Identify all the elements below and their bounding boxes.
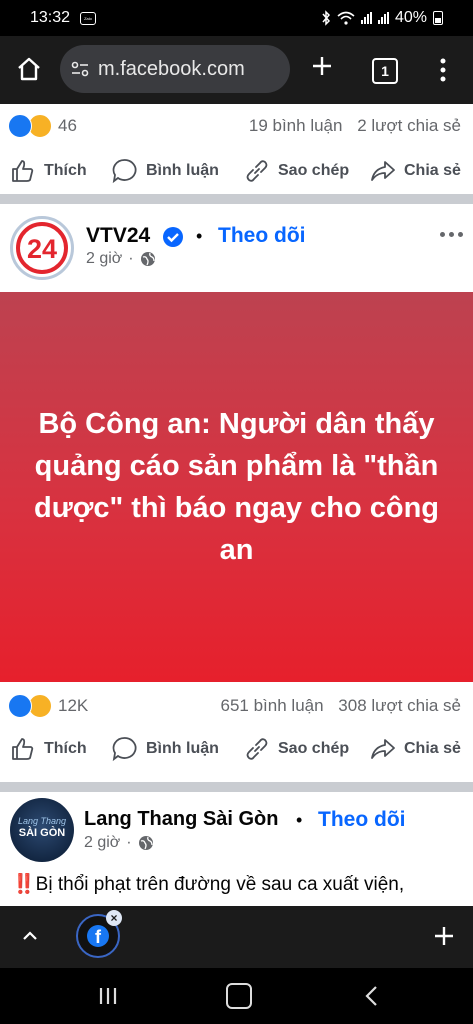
share-label: Chia sẻ xyxy=(404,740,461,757)
site-settings-icon[interactable] xyxy=(70,59,90,79)
comment-count[interactable]: 651 bình luận xyxy=(221,696,324,715)
share-label: Chia sẻ xyxy=(404,162,461,179)
status-icons: 40% xyxy=(321,9,443,27)
tab-switcher-button[interactable]: 1 xyxy=(372,58,398,84)
comment-icon xyxy=(112,159,137,184)
post-card-langthang: Lang Thang SÀI GÒN Lang Thang Sài Gòn • … xyxy=(0,792,473,912)
globe-icon xyxy=(140,252,155,266)
back-icon[interactable] xyxy=(362,984,382,1008)
close-tab-icon[interactable]: × xyxy=(106,910,122,926)
like-reaction-icon xyxy=(8,694,32,718)
reactions[interactable] xyxy=(8,694,52,718)
post-time[interactable]: 2 giờ xyxy=(84,834,120,852)
like-button[interactable]: Thích xyxy=(10,736,87,762)
like-label: Thích xyxy=(44,740,87,757)
comment-count[interactable]: 19 bình luận xyxy=(249,116,343,135)
separator-dot: • xyxy=(296,810,303,830)
browser-toolbar: m.facebook.com 1 xyxy=(0,36,473,104)
new-tab-icon[interactable] xyxy=(310,54,334,78)
reactions[interactable] xyxy=(8,114,52,138)
status-time: 13:32 xyxy=(30,9,71,26)
link-icon xyxy=(246,738,268,760)
post-actions: Thích Bình luận Sao chép Chia sẻ xyxy=(0,146,473,196)
share-button[interactable]: Chia sẻ xyxy=(370,158,461,184)
post-text: ‼️Bị thổi phạt trên đường về sau ca xuất… xyxy=(12,872,404,896)
separator-dot: • xyxy=(196,226,203,246)
home-icon[interactable] xyxy=(16,56,42,82)
comment-label: Bình luận xyxy=(146,740,219,757)
post-text-body: Bị thổi phạt trên đường về sau ca xuất v… xyxy=(35,874,405,895)
post-time[interactable]: 2 giờ xyxy=(86,250,122,268)
signal-icon-2 xyxy=(377,12,389,24)
copy-label: Sao chép xyxy=(278,740,350,757)
share-count[interactable]: 308 lượt chia sẻ xyxy=(338,696,461,715)
banner-text: Bộ Công an: Người dân thấy quảng cáo sản… xyxy=(34,408,439,566)
bluetooth-icon xyxy=(322,10,330,26)
copy-label: Sao chép xyxy=(278,162,350,179)
share-count[interactable]: 2 lượt chia sẻ xyxy=(357,116,461,135)
page-name[interactable]: VTV24 xyxy=(86,224,150,248)
tab-strip: f × xyxy=(0,906,473,968)
svg-text:24: 24 xyxy=(27,234,57,264)
post-actions: Thích Bình luận Sao chép Chia sẻ xyxy=(0,724,473,774)
globe-icon xyxy=(138,836,153,850)
address-bar[interactable]: m.facebook.com xyxy=(60,45,290,93)
url-text: m.facebook.com xyxy=(98,58,245,80)
post-stats: 46 19 bình luận 2 lượt chia sẻ xyxy=(0,106,473,144)
share-icon xyxy=(371,161,395,181)
avatar-text-line2: SÀI GÒN xyxy=(18,827,66,839)
reaction-count: 46 xyxy=(58,116,77,135)
link-icon xyxy=(246,160,268,182)
vtv24-logo-icon: 24 xyxy=(16,222,68,274)
like-button[interactable]: Thích xyxy=(10,158,87,184)
recents-icon[interactable] xyxy=(96,984,120,1008)
system-nav-bar xyxy=(0,968,473,1024)
home-nav-icon[interactable] xyxy=(226,983,252,1009)
battery-icon xyxy=(433,11,443,25)
chevron-up-icon[interactable] xyxy=(20,926,40,946)
thumbs-up-icon xyxy=(12,160,34,182)
verified-badge-icon xyxy=(163,227,183,247)
share-button[interactable]: Chia sẻ xyxy=(370,736,461,762)
zalo-notification-icon: Zalo xyxy=(80,12,96,25)
battery-percent: 40% xyxy=(394,9,427,26)
signal-icon xyxy=(360,12,372,24)
follow-button[interactable]: Theo dõi xyxy=(318,808,406,832)
post-meta: 2 giờ · xyxy=(84,834,154,852)
post-image-banner[interactable]: Bộ Công an: Người dân thấy quảng cáo sản… xyxy=(0,292,473,682)
add-tab-icon[interactable] xyxy=(432,924,456,948)
vtv24-avatar[interactable]: 24 xyxy=(10,216,74,280)
comment-button[interactable]: Bình luận xyxy=(112,736,219,762)
facebook-icon: f xyxy=(87,925,109,947)
copy-button[interactable]: Sao chép xyxy=(244,736,349,762)
comment-icon xyxy=(112,737,137,762)
share-icon xyxy=(371,739,395,759)
page-name[interactable]: Lang Thang Sài Gòn xyxy=(84,808,278,831)
langthang-avatar[interactable]: Lang Thang SÀI GÒN xyxy=(10,798,74,862)
reaction-count: 12K xyxy=(58,696,89,715)
comment-label: Bình luận xyxy=(146,162,219,179)
wifi-icon xyxy=(337,11,355,25)
copy-button[interactable]: Sao chép xyxy=(244,158,349,184)
double-exclamation-icon: ‼️ xyxy=(12,874,36,895)
follow-button[interactable]: Theo dõi xyxy=(218,224,306,248)
post-more-icon[interactable] xyxy=(440,232,463,237)
more-options-icon[interactable] xyxy=(440,58,446,82)
post-card: 46 19 bình luận 2 lượt chia sẻ Thích Bìn… xyxy=(0,104,473,194)
post-stats: 12K 651 bình luận 308 lượt chia sẻ xyxy=(0,686,473,724)
like-reaction-icon xyxy=(8,114,32,138)
post-meta: 2 giờ · xyxy=(86,250,156,268)
status-bar: 13:32 Zalo 40% xyxy=(0,0,473,36)
thumbs-up-icon xyxy=(12,738,34,760)
like-label: Thích xyxy=(44,162,87,179)
avatar-text-line1: Lang Thang xyxy=(17,816,67,826)
post-card-vtv24: 24 VTV24 • Theo dõi 2 giờ · Bộ Công an: … xyxy=(0,204,473,782)
comment-button[interactable]: Bình luận xyxy=(112,158,219,184)
